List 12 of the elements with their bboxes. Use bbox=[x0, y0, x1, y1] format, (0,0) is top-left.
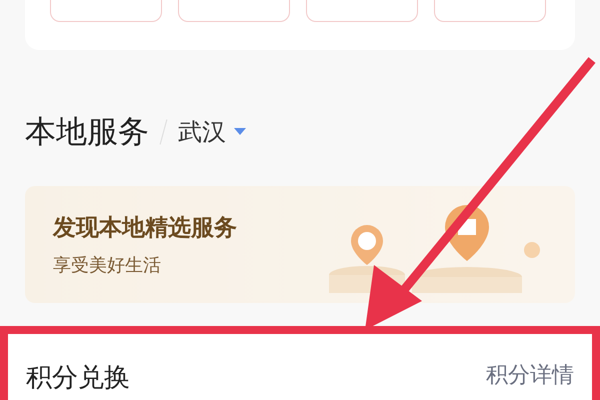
points-details-link[interactable]: 积分详情 bbox=[486, 364, 574, 388]
price-chip[interactable] bbox=[178, 0, 290, 22]
banner-headline: 发现本地精选服务 bbox=[53, 214, 237, 243]
city-selector[interactable]: 武汉 bbox=[178, 116, 226, 148]
banner-subtitle: 享受美好生活 bbox=[53, 254, 162, 277]
promo-banner[interactable]: 发现本地精选服务 享受美好生活 bbox=[25, 186, 575, 303]
price-chip[interactable] bbox=[50, 0, 162, 22]
price-chip[interactable] bbox=[306, 0, 418, 22]
section-title: 本地服务 bbox=[25, 113, 149, 152]
dropdown-caret-icon[interactable] bbox=[234, 128, 246, 136]
price-chip[interactable] bbox=[434, 0, 546, 22]
section-title: 积分兑换 bbox=[26, 364, 130, 393]
